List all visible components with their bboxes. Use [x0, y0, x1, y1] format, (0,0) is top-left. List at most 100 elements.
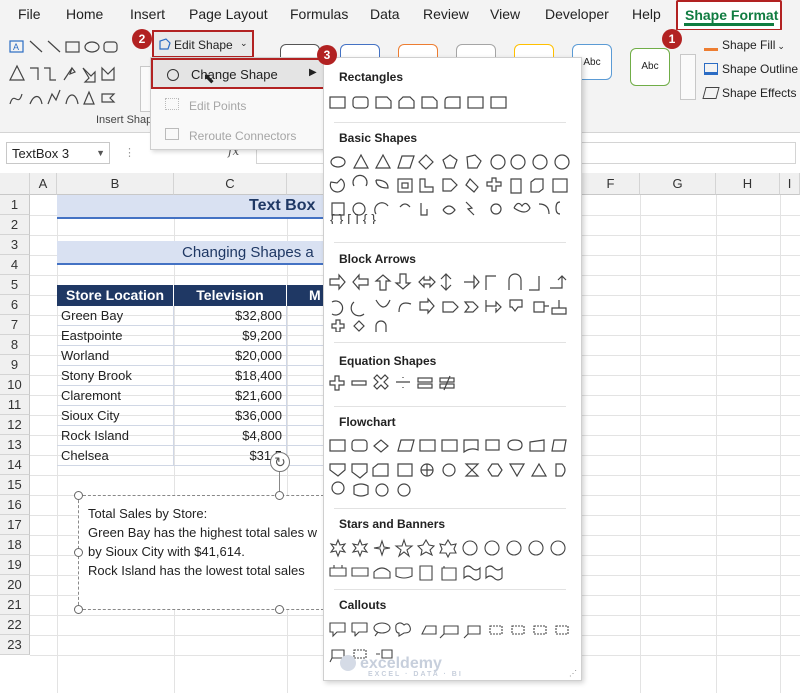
row-header[interactable]: 11: [0, 395, 30, 415]
column-header-a[interactable]: A: [30, 173, 57, 195]
tab-shape-format[interactable]: Shape Format: [676, 0, 782, 31]
edit-points-icon: [165, 98, 179, 110]
television-sales-cell[interactable]: $21,600: [174, 386, 287, 406]
column-header-c[interactable]: C: [174, 173, 287, 195]
shape-outline-button[interactable]: Shape Outline: [704, 62, 798, 76]
row-header[interactable]: 2: [0, 215, 30, 235]
stars-banners-grid[interactable]: [328, 538, 578, 582]
store-location-cell[interactable]: Claremont: [57, 386, 174, 406]
tab-file[interactable]: File: [18, 6, 41, 22]
row-header[interactable]: 3: [0, 235, 30, 255]
sheet-title-cell[interactable]: Text Box: [57, 195, 325, 219]
edit-shape-button[interactable]: Edit Shape ⌄: [152, 30, 254, 58]
column-header-f[interactable]: F: [582, 173, 640, 195]
select-all-corner[interactable]: [0, 173, 30, 195]
resize-handle-w[interactable]: [74, 548, 83, 557]
television-sales-cell[interactable]: $36,000: [174, 406, 287, 426]
row-header[interactable]: 1: [0, 195, 30, 215]
section-callouts: Callouts: [339, 598, 387, 612]
tab-insert[interactable]: Insert: [130, 6, 165, 22]
tab-review[interactable]: Review: [423, 6, 469, 22]
row-header[interactable]: 4: [0, 255, 30, 275]
television-sales-cell[interactable]: $9,200: [174, 326, 287, 346]
column-header-g[interactable]: G: [640, 173, 716, 195]
sheet-subtitle-cell[interactable]: Changing Shapes a: [57, 241, 325, 265]
television-sales-cell[interactable]: $20,000: [174, 346, 287, 366]
paint-bucket-icon: [704, 39, 718, 51]
table-header-store-location[interactable]: Store Location: [57, 285, 174, 306]
row-header[interactable]: 13: [0, 435, 30, 455]
resize-handle-n[interactable]: [275, 491, 284, 500]
column-header-i[interactable]: I: [780, 173, 800, 195]
store-location-cell[interactable]: Rock Island: [57, 426, 174, 446]
column-header-d[interactable]: [287, 173, 325, 195]
row-header[interactable]: 8: [0, 335, 30, 355]
row-header[interactable]: 12: [0, 415, 30, 435]
row-header[interactable]: 22: [0, 615, 30, 635]
television-sales-cell[interactable]: $4,800: [174, 426, 287, 446]
styles-more-button[interactable]: [680, 54, 696, 100]
table-cell[interactable]: [287, 366, 325, 386]
row-header[interactable]: 18: [0, 535, 30, 555]
tab-developer[interactable]: Developer: [545, 6, 609, 22]
rectangles-shapes-row[interactable]: [328, 92, 578, 116]
store-location-cell[interactable]: Green Bay: [57, 306, 174, 326]
chevron-down-icon: ⌄: [777, 41, 785, 51]
row-header[interactable]: 10: [0, 375, 30, 395]
table-cell[interactable]: [287, 386, 325, 406]
row-header[interactable]: 5: [0, 275, 30, 295]
table-cell[interactable]: [287, 326, 325, 346]
flowchart-shapes-grid[interactable]: [328, 436, 578, 498]
tab-formulas[interactable]: Formulas: [290, 6, 348, 22]
store-location-cell[interactable]: Stony Brook: [57, 366, 174, 386]
shape-effects-button[interactable]: Shape Effects: [702, 86, 797, 100]
insert-shapes-gallery[interactable]: A: [8, 38, 156, 112]
equation-shapes-row[interactable]: [328, 374, 578, 396]
rotate-handle-icon[interactable]: ↻: [270, 452, 290, 472]
name-box[interactable]: TextBox 3 ▼: [6, 142, 110, 164]
store-location-cell[interactable]: Sioux City: [57, 406, 174, 426]
row-header[interactable]: 16: [0, 495, 30, 515]
row-header[interactable]: 7: [0, 315, 30, 335]
tab-help[interactable]: Help: [632, 6, 661, 22]
shape-effects-icon: [702, 87, 720, 99]
store-location-cell[interactable]: Chelsea: [57, 446, 174, 466]
row-header[interactable]: 17: [0, 515, 30, 535]
row-header[interactable]: 23: [0, 635, 30, 655]
table-cell[interactable]: [287, 306, 325, 326]
row-header[interactable]: 6: [0, 295, 30, 315]
row-header[interactable]: 9: [0, 355, 30, 375]
table-header-m[interactable]: M: [287, 285, 325, 306]
column-header-h[interactable]: H: [716, 173, 780, 195]
section-flowchart: Flowchart: [339, 415, 396, 429]
resize-handle-s[interactable]: [275, 605, 284, 614]
store-location-cell[interactable]: Worland: [57, 346, 174, 366]
table-cell[interactable]: [287, 406, 325, 426]
basic-shapes-grid[interactable]: { } [ ] { }: [328, 152, 578, 224]
shape-fill-button[interactable]: Shape Fill ⌄: [704, 38, 785, 52]
tab-page-layout[interactable]: Page Layout: [189, 6, 268, 22]
resize-handle-nw[interactable]: [74, 491, 83, 500]
row-header[interactable]: 21: [0, 595, 30, 615]
table-header-television[interactable]: Television: [174, 285, 287, 306]
row-header[interactable]: 20: [0, 575, 30, 595]
shape-style-green[interactable]: Abc: [630, 48, 670, 86]
row-header[interactable]: 15: [0, 475, 30, 495]
television-sales-cell[interactable]: $18,400: [174, 366, 287, 386]
table-cell[interactable]: [287, 426, 325, 446]
resize-grip-icon[interactable]: ⋰: [569, 669, 577, 678]
tab-data[interactable]: Data: [370, 6, 400, 22]
table-cell[interactable]: [287, 446, 325, 466]
tab-view[interactable]: View: [490, 6, 520, 22]
store-location-cell[interactable]: Eastpointe: [57, 326, 174, 346]
block-arrows-grid[interactable]: [328, 272, 578, 332]
row-header[interactable]: 19: [0, 555, 30, 575]
selected-textbox[interactable]: Total Sales by Store: Green Bay has the …: [78, 495, 324, 610]
resize-handle-sw[interactable]: [74, 605, 83, 614]
television-sales-cell[interactable]: $32,800: [174, 306, 287, 326]
tab-home[interactable]: Home: [66, 6, 103, 22]
column-header-b[interactable]: B: [57, 173, 174, 195]
row-header[interactable]: 14: [0, 455, 30, 475]
table-cell[interactable]: [287, 346, 325, 366]
menu-item-change-shape[interactable]: Change Shape ▶ ⬉: [151, 58, 325, 89]
